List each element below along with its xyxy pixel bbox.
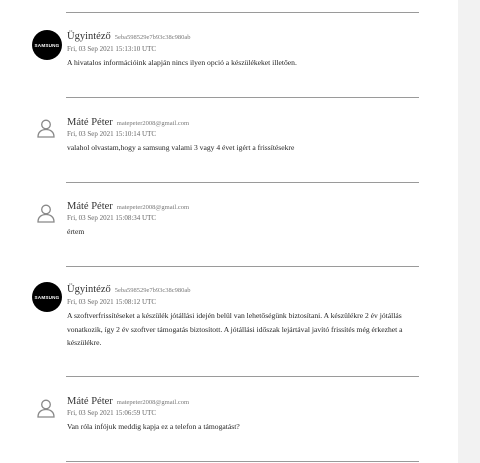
avatar-logo-text: SAMSUNG xyxy=(34,294,60,300)
author-id: matepeter2008@gmail.com xyxy=(116,204,190,211)
comment-date: Fri, 03 Sep 2021 15:13:10 UTC xyxy=(67,45,157,53)
user-icon xyxy=(37,204,55,223)
comment-text: értem xyxy=(67,227,85,236)
avatar-logo-text: SAMSUNG xyxy=(34,42,60,48)
author-id: 5eba598529e7b93c38c980ab xyxy=(114,287,191,294)
divider xyxy=(66,97,419,98)
scrollbar-track[interactable] xyxy=(458,0,480,463)
author-name: Máté Péter xyxy=(67,396,113,407)
author-name: Máté Péter xyxy=(67,117,113,128)
author-name: Máté Péter xyxy=(67,201,113,212)
divider xyxy=(66,182,419,183)
divider xyxy=(66,266,419,267)
author-id: 5eba598529e7b93c38c980ab xyxy=(114,34,191,41)
comment-text: A hivatalos információink alapján nincs … xyxy=(67,58,297,67)
divider xyxy=(66,376,419,377)
author-id: matepeter2008@gmail.com xyxy=(116,120,190,127)
divider xyxy=(66,461,419,462)
divider xyxy=(66,12,419,13)
comment-author: Máté Péter matepeter2008@gmail.com xyxy=(67,201,189,212)
comment-date: Fri, 03 Sep 2021 15:10:14 UTC xyxy=(67,130,157,138)
user-icon xyxy=(37,399,55,418)
comment-date: Fri, 03 Sep 2021 15:08:34 UTC xyxy=(67,214,157,222)
comment-author: Ügyintéző 5eba598529e7b93c38c980ab xyxy=(67,284,191,295)
comment-date: Fri, 03 Sep 2021 15:06:59 UTC xyxy=(67,409,157,417)
author-id: matepeter2008@gmail.com xyxy=(116,399,190,406)
comment-date: Fri, 03 Sep 2021 15:08:12 UTC xyxy=(67,298,157,306)
user-icon xyxy=(37,119,55,138)
samsung-avatar: SAMSUNG xyxy=(32,30,62,60)
author-name: Ügyintéző xyxy=(67,31,111,42)
samsung-avatar: SAMSUNG xyxy=(32,282,62,312)
comment-text: Van róla infójuk meddig kapja ez a telef… xyxy=(67,422,240,431)
comment-text: A szoftverfrissítéseket a készülék jótál… xyxy=(67,311,403,347)
comment-author: Ügyintéző 5eba598529e7b93c38c980ab xyxy=(67,31,191,42)
author-name: Ügyintéző xyxy=(67,284,111,295)
comment-thread: SAMSUNG Ügyintéző 5eba598529e7b93c38c980a… xyxy=(0,0,458,463)
comment-author: Máté Péter matepeter2008@gmail.com xyxy=(67,396,189,407)
comment-text: valahol olvastam,hogy a samsung valami 3… xyxy=(67,143,295,152)
comment-author: Máté Péter matepeter2008@gmail.com xyxy=(67,117,189,128)
